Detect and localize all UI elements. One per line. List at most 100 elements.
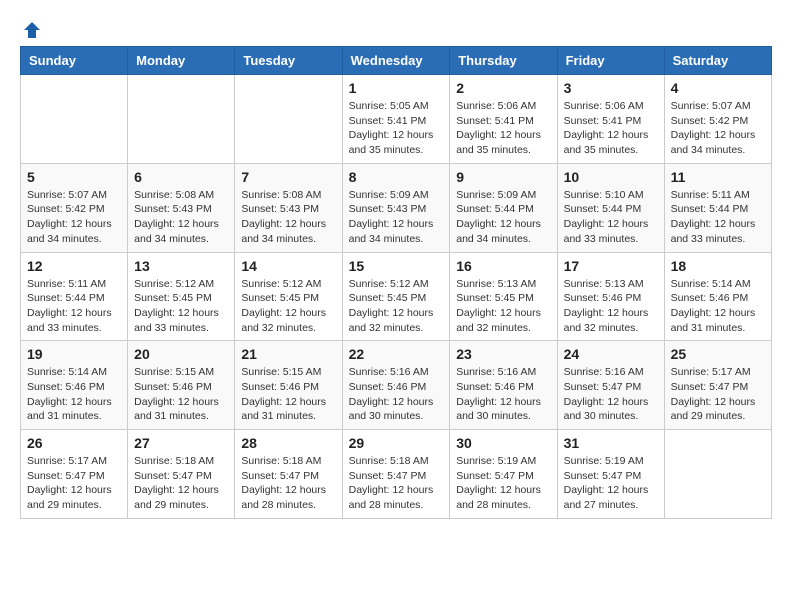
- logo: [20, 20, 42, 36]
- day-number: 1: [349, 80, 444, 96]
- calendar-cell: 9 Sunrise: 5:09 AM Sunset: 5:44 PM Daylig…: [450, 163, 557, 252]
- day-number: 20: [134, 346, 228, 362]
- calendar-week-5: 26 Sunrise: 5:17 AM Sunset: 5:47 PM Dayli…: [21, 430, 772, 519]
- header: [20, 20, 772, 36]
- day-info: Sunrise: 5:14 AM Sunset: 5:46 PM Dayligh…: [671, 277, 765, 336]
- calendar-cell: 5 Sunrise: 5:07 AM Sunset: 5:42 PM Daylig…: [21, 163, 128, 252]
- day-number: 31: [564, 435, 658, 451]
- day-number: 26: [27, 435, 121, 451]
- calendar-cell: 16Sunrise: 5:13 AM Sunset: 5:45 PM Dayli…: [450, 252, 557, 341]
- day-number: 17: [564, 258, 658, 274]
- day-info: Sunrise: 5:05 AM Sunset: 5:41 PM Dayligh…: [349, 99, 444, 158]
- day-number: 19: [27, 346, 121, 362]
- day-number: 10: [564, 169, 658, 185]
- day-info: Sunrise: 5:07 AM Sunset: 5:42 PM Dayligh…: [27, 188, 121, 247]
- day-number: 28: [241, 435, 335, 451]
- day-info: Sunrise: 5:07 AM Sunset: 5:42 PM Dayligh…: [671, 99, 765, 158]
- day-info: Sunrise: 5:19 AM Sunset: 5:47 PM Dayligh…: [564, 454, 658, 513]
- calendar-cell: 8 Sunrise: 5:09 AM Sunset: 5:43 PM Daylig…: [342, 163, 450, 252]
- day-info: Sunrise: 5:15 AM Sunset: 5:46 PM Dayligh…: [241, 365, 335, 424]
- day-number: 7: [241, 169, 335, 185]
- day-number: 11: [671, 169, 765, 185]
- day-number: 2: [456, 80, 550, 96]
- day-info: Sunrise: 5:08 AM Sunset: 5:43 PM Dayligh…: [241, 188, 335, 247]
- day-info: Sunrise: 5:18 AM Sunset: 5:47 PM Dayligh…: [134, 454, 228, 513]
- day-info: Sunrise: 5:17 AM Sunset: 5:47 PM Dayligh…: [27, 454, 121, 513]
- day-info: Sunrise: 5:08 AM Sunset: 5:43 PM Dayligh…: [134, 188, 228, 247]
- calendar-cell: 4 Sunrise: 5:07 AM Sunset: 5:42 PM Daylig…: [664, 75, 771, 164]
- calendar-cell: 19 Sunrise: 5:14 AM Sunset: 5:46 PM Dayli…: [21, 341, 128, 430]
- calendar-cell: [128, 75, 235, 164]
- day-number: 6: [134, 169, 228, 185]
- day-number: 4: [671, 80, 765, 96]
- day-number: 12: [27, 258, 121, 274]
- calendar-cell: 21 Sunrise: 5:15 AM Sunset: 5:46 PM Dayli…: [235, 341, 342, 430]
- calendar-cell: 31 Sunrise: 5:19 AM Sunset: 5:47 PM Dayli…: [557, 430, 664, 519]
- day-info: Sunrise: 5:09 AM Sunset: 5:44 PM Dayligh…: [456, 188, 550, 247]
- day-info: Sunrise: 5:19 AM Sunset: 5:47 PM Dayligh…: [456, 454, 550, 513]
- calendar-cell: 23 Sunrise: 5:16 AM Sunset: 5:46 PM Dayli…: [450, 341, 557, 430]
- calendar-week-3: 12 Sunrise: 5:11 AM Sunset: 5:44 PM Dayli…: [21, 252, 772, 341]
- calendar-cell: 28 Sunrise: 5:18 AM Sunset: 5:47 PM Dayli…: [235, 430, 342, 519]
- calendar-cell: 24 Sunrise: 5:16 AM Sunset: 5:47 PM Dayli…: [557, 341, 664, 430]
- calendar-cell: 12 Sunrise: 5:11 AM Sunset: 5:44 PM Dayli…: [21, 252, 128, 341]
- calendar-cell: [664, 430, 771, 519]
- day-info: Sunrise: 5:13 AM Sunset: 5:45 PM Dayligh…: [456, 277, 550, 336]
- weekday-header-sunday: Sunday: [21, 47, 128, 75]
- day-number: 21: [241, 346, 335, 362]
- logo-icon: [22, 20, 42, 40]
- calendar-cell: 17 Sunrise: 5:13 AM Sunset: 5:46 PM Dayli…: [557, 252, 664, 341]
- weekday-header-wednesday: Wednesday: [342, 47, 450, 75]
- weekday-header-tuesday: Tuesday: [235, 47, 342, 75]
- day-info: Sunrise: 5:06 AM Sunset: 5:41 PM Dayligh…: [456, 99, 550, 158]
- calendar-cell: 30 Sunrise: 5:19 AM Sunset: 5:47 PM Dayli…: [450, 430, 557, 519]
- day-number: 9: [456, 169, 550, 185]
- day-info: Sunrise: 5:09 AM Sunset: 5:43 PM Dayligh…: [349, 188, 444, 247]
- calendar-cell: [235, 75, 342, 164]
- day-info: Sunrise: 5:12 AM Sunset: 5:45 PM Dayligh…: [349, 277, 444, 336]
- day-info: Sunrise: 5:16 AM Sunset: 5:46 PM Dayligh…: [349, 365, 444, 424]
- day-info: Sunrise: 5:06 AM Sunset: 5:41 PM Dayligh…: [564, 99, 658, 158]
- calendar-cell: 1 Sunrise: 5:05 AM Sunset: 5:41 PM Daylig…: [342, 75, 450, 164]
- day-info: Sunrise: 5:10 AM Sunset: 5:44 PM Dayligh…: [564, 188, 658, 247]
- day-number: 5: [27, 169, 121, 185]
- weekday-header-monday: Monday: [128, 47, 235, 75]
- day-number: 13: [134, 258, 228, 274]
- weekday-header-thursday: Thursday: [450, 47, 557, 75]
- day-info: Sunrise: 5:18 AM Sunset: 5:47 PM Dayligh…: [241, 454, 335, 513]
- calendar-cell: 10 Sunrise: 5:10 AM Sunset: 5:44 PM Dayli…: [557, 163, 664, 252]
- day-number: 29: [349, 435, 444, 451]
- calendar-cell: 7 Sunrise: 5:08 AM Sunset: 5:43 PM Daylig…: [235, 163, 342, 252]
- weekday-header-friday: Friday: [557, 47, 664, 75]
- day-number: 15: [349, 258, 444, 274]
- day-info: Sunrise: 5:16 AM Sunset: 5:46 PM Dayligh…: [456, 365, 550, 424]
- calendar-cell: 20Sunrise: 5:15 AM Sunset: 5:46 PM Dayli…: [128, 341, 235, 430]
- calendar-cell: 11Sunrise: 5:11 AM Sunset: 5:44 PM Dayli…: [664, 163, 771, 252]
- day-number: 23: [456, 346, 550, 362]
- calendar-cell: 18Sunrise: 5:14 AM Sunset: 5:46 PM Dayli…: [664, 252, 771, 341]
- day-info: Sunrise: 5:14 AM Sunset: 5:46 PM Dayligh…: [27, 365, 121, 424]
- day-info: Sunrise: 5:16 AM Sunset: 5:47 PM Dayligh…: [564, 365, 658, 424]
- calendar-week-2: 5 Sunrise: 5:07 AM Sunset: 5:42 PM Daylig…: [21, 163, 772, 252]
- calendar-cell: 25Sunrise: 5:17 AM Sunset: 5:47 PM Dayli…: [664, 341, 771, 430]
- day-number: 30: [456, 435, 550, 451]
- day-info: Sunrise: 5:11 AM Sunset: 5:44 PM Dayligh…: [27, 277, 121, 336]
- day-info: Sunrise: 5:12 AM Sunset: 5:45 PM Dayligh…: [134, 277, 228, 336]
- day-number: 24: [564, 346, 658, 362]
- weekday-header-row: SundayMondayTuesdayWednesdayThursdayFrid…: [21, 47, 772, 75]
- weekday-header-saturday: Saturday: [664, 47, 771, 75]
- day-info: Sunrise: 5:13 AM Sunset: 5:46 PM Dayligh…: [564, 277, 658, 336]
- calendar-cell: [21, 75, 128, 164]
- calendar-week-1: 1 Sunrise: 5:05 AM Sunset: 5:41 PM Daylig…: [21, 75, 772, 164]
- calendar-cell: 29 Sunrise: 5:18 AM Sunset: 5:47 PM Dayli…: [342, 430, 450, 519]
- calendar-cell: 15 Sunrise: 5:12 AM Sunset: 5:45 PM Dayli…: [342, 252, 450, 341]
- calendar-cell: 2 Sunrise: 5:06 AM Sunset: 5:41 PM Daylig…: [450, 75, 557, 164]
- day-number: 8: [349, 169, 444, 185]
- calendar-cell: 27 Sunrise: 5:18 AM Sunset: 5:47 PM Dayli…: [128, 430, 235, 519]
- calendar: SundayMondayTuesdayWednesdayThursdayFrid…: [20, 46, 772, 519]
- day-info: Sunrise: 5:18 AM Sunset: 5:47 PM Dayligh…: [349, 454, 444, 513]
- calendar-cell: 14Sunrise: 5:12 AM Sunset: 5:45 PM Dayli…: [235, 252, 342, 341]
- day-number: 27: [134, 435, 228, 451]
- day-number: 22: [349, 346, 444, 362]
- calendar-cell: 26 Sunrise: 5:17 AM Sunset: 5:47 PM Dayli…: [21, 430, 128, 519]
